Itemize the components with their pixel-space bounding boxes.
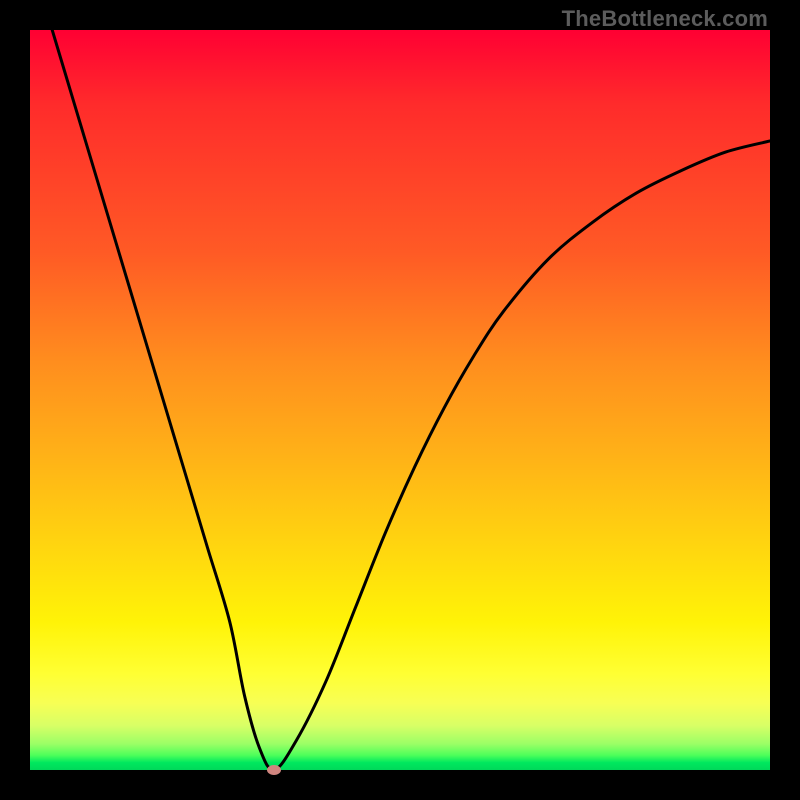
chart-frame: TheBottleneck.com: [0, 0, 800, 800]
plot-area: [30, 30, 770, 770]
curve-svg: [30, 30, 770, 770]
watermark-text: TheBottleneck.com: [562, 6, 768, 32]
minimum-marker: [267, 765, 281, 775]
bottleneck-curve: [52, 30, 770, 770]
